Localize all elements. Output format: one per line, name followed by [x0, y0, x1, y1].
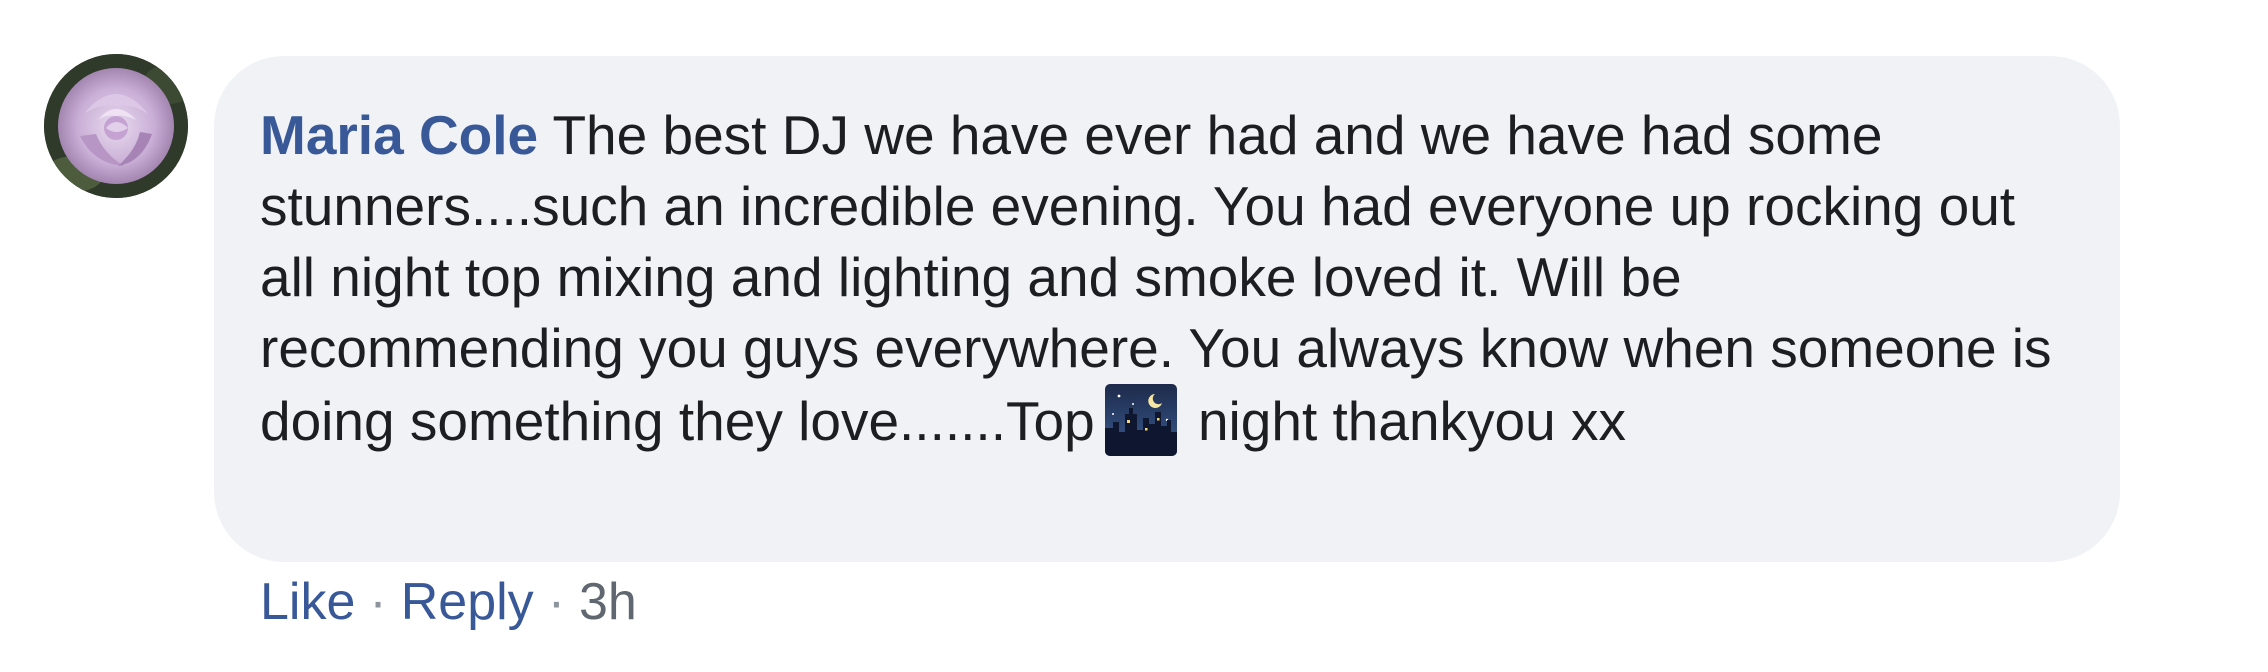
avatar[interactable]	[44, 54, 188, 198]
comment-body: Maria Cole The best DJ we have ever had …	[260, 100, 2060, 457]
rose-avatar-image	[44, 54, 188, 198]
separator-dot: ·	[369, 573, 387, 631]
like-button[interactable]: Like	[260, 573, 355, 631]
night-with-stars-icon	[1104, 384, 1177, 456]
comment-text-part-2: night thankyou xx	[1197, 390, 1627, 452]
reply-button[interactable]: Reply	[401, 573, 534, 631]
comment-author-link[interactable]: Maria Cole	[260, 104, 538, 166]
comment-actions: Like · Reply · 3h	[260, 570, 637, 634]
separator-dot: ·	[547, 573, 566, 631]
comment-timestamp[interactable]: 3h	[579, 573, 637, 631]
comment-bubble: Maria Cole The best DJ we have ever had …	[214, 56, 2120, 562]
